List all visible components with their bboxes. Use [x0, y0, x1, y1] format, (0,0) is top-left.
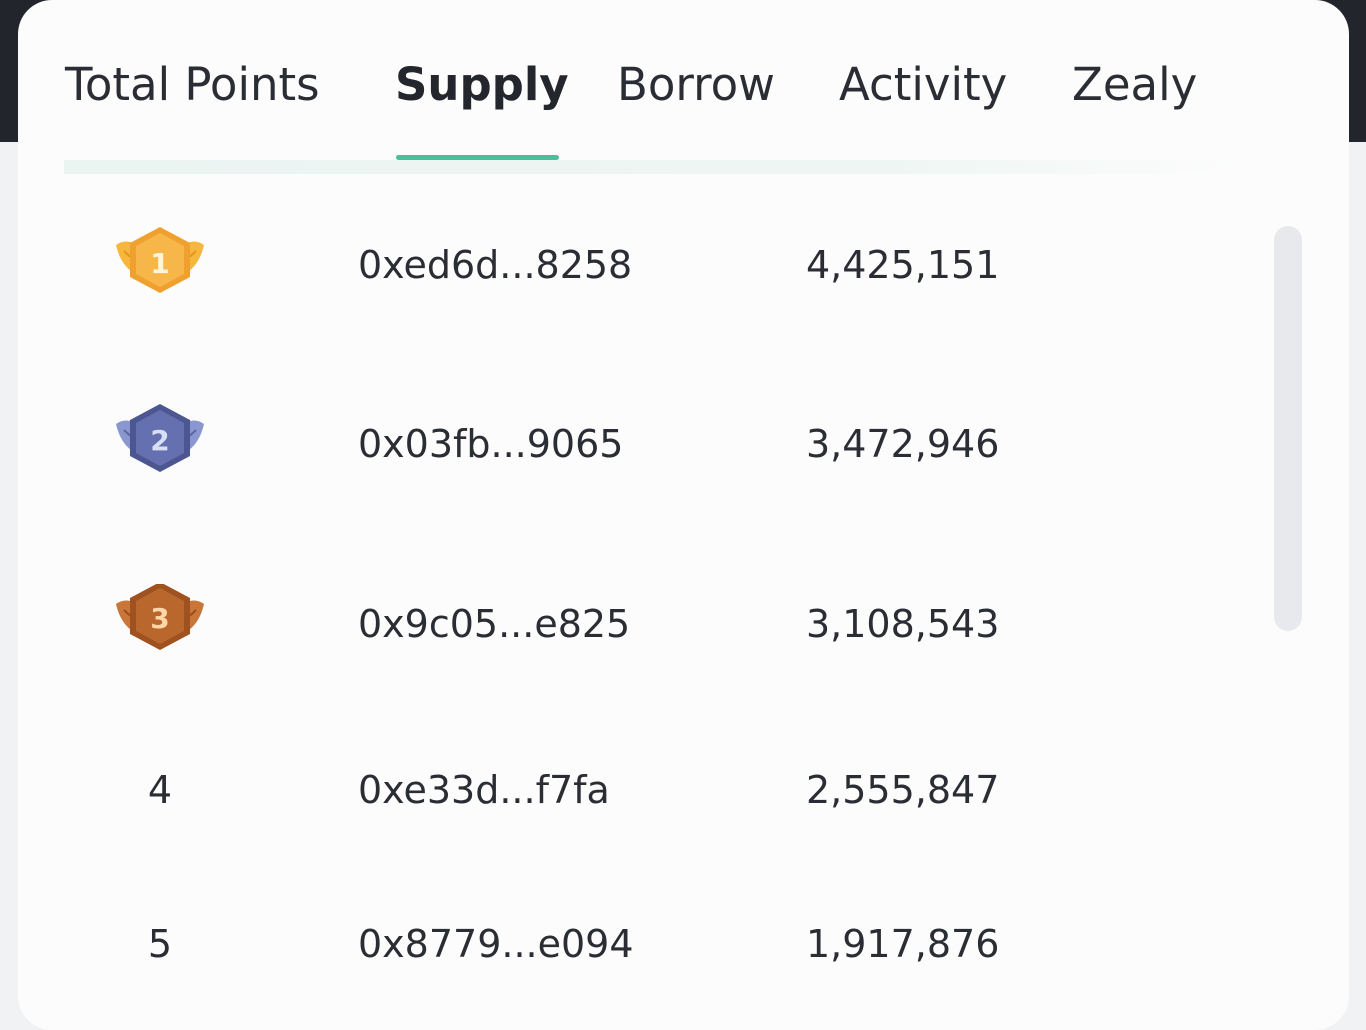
rank-number: 4 [147, 768, 173, 812]
points-value: 2,555,847 [806, 768, 1000, 812]
leaderboard-row[interactable]: 1 0xed6d...8258 4,425,151 [18, 225, 1258, 305]
wallet-address: 0xed6d...8258 [358, 243, 633, 287]
rank-cell: 3 [110, 584, 210, 664]
points-value: 4,425,151 [806, 243, 1000, 287]
rank-cell: 5 [110, 904, 210, 984]
medal-rank-label: 1 [150, 247, 169, 280]
rank-cell: 2 [110, 404, 210, 484]
leaderboard-row[interactable]: 2 0x03fb...9065 3,472,946 [18, 404, 1258, 484]
gold-medal-icon: 1 [116, 227, 204, 293]
wallet-address: 0x9c05...e825 [358, 602, 631, 646]
leaderboard-list: 1 0xed6d...8258 4,425,151 2 0x03fb...906… [18, 0, 1258, 1009]
rank-cell: 1 [110, 225, 210, 305]
bronze-medal-icon: 3 [116, 584, 204, 650]
leaderboard-row[interactable]: 3 0x9c05...e825 3,108,543 [18, 584, 1258, 664]
rank-cell: 4 [110, 750, 210, 830]
silver-medal-icon: 2 [116, 404, 204, 472]
wallet-address: 0xe33d...f7fa [358, 768, 610, 812]
points-value: 3,108,543 [806, 602, 1000, 646]
points-value: 1,917,876 [806, 922, 1000, 966]
list-scrollbar[interactable] [1274, 226, 1302, 631]
wallet-address: 0x03fb...9065 [358, 422, 624, 466]
wallet-address: 0x8779...e094 [358, 922, 634, 966]
rank-number: 5 [147, 922, 173, 966]
leaderboard-row[interactable]: 5 0x8779...e094 1,917,876 [18, 904, 1258, 984]
leaderboard-card: Total Points Supply Borrow Activity Zeal… [18, 0, 1349, 1030]
points-value: 3,472,946 [806, 422, 1000, 466]
leaderboard-row[interactable]: 4 0xe33d...f7fa 2,555,847 [18, 750, 1258, 830]
medal-rank-label: 3 [150, 602, 169, 635]
medal-rank-label: 2 [150, 424, 169, 457]
